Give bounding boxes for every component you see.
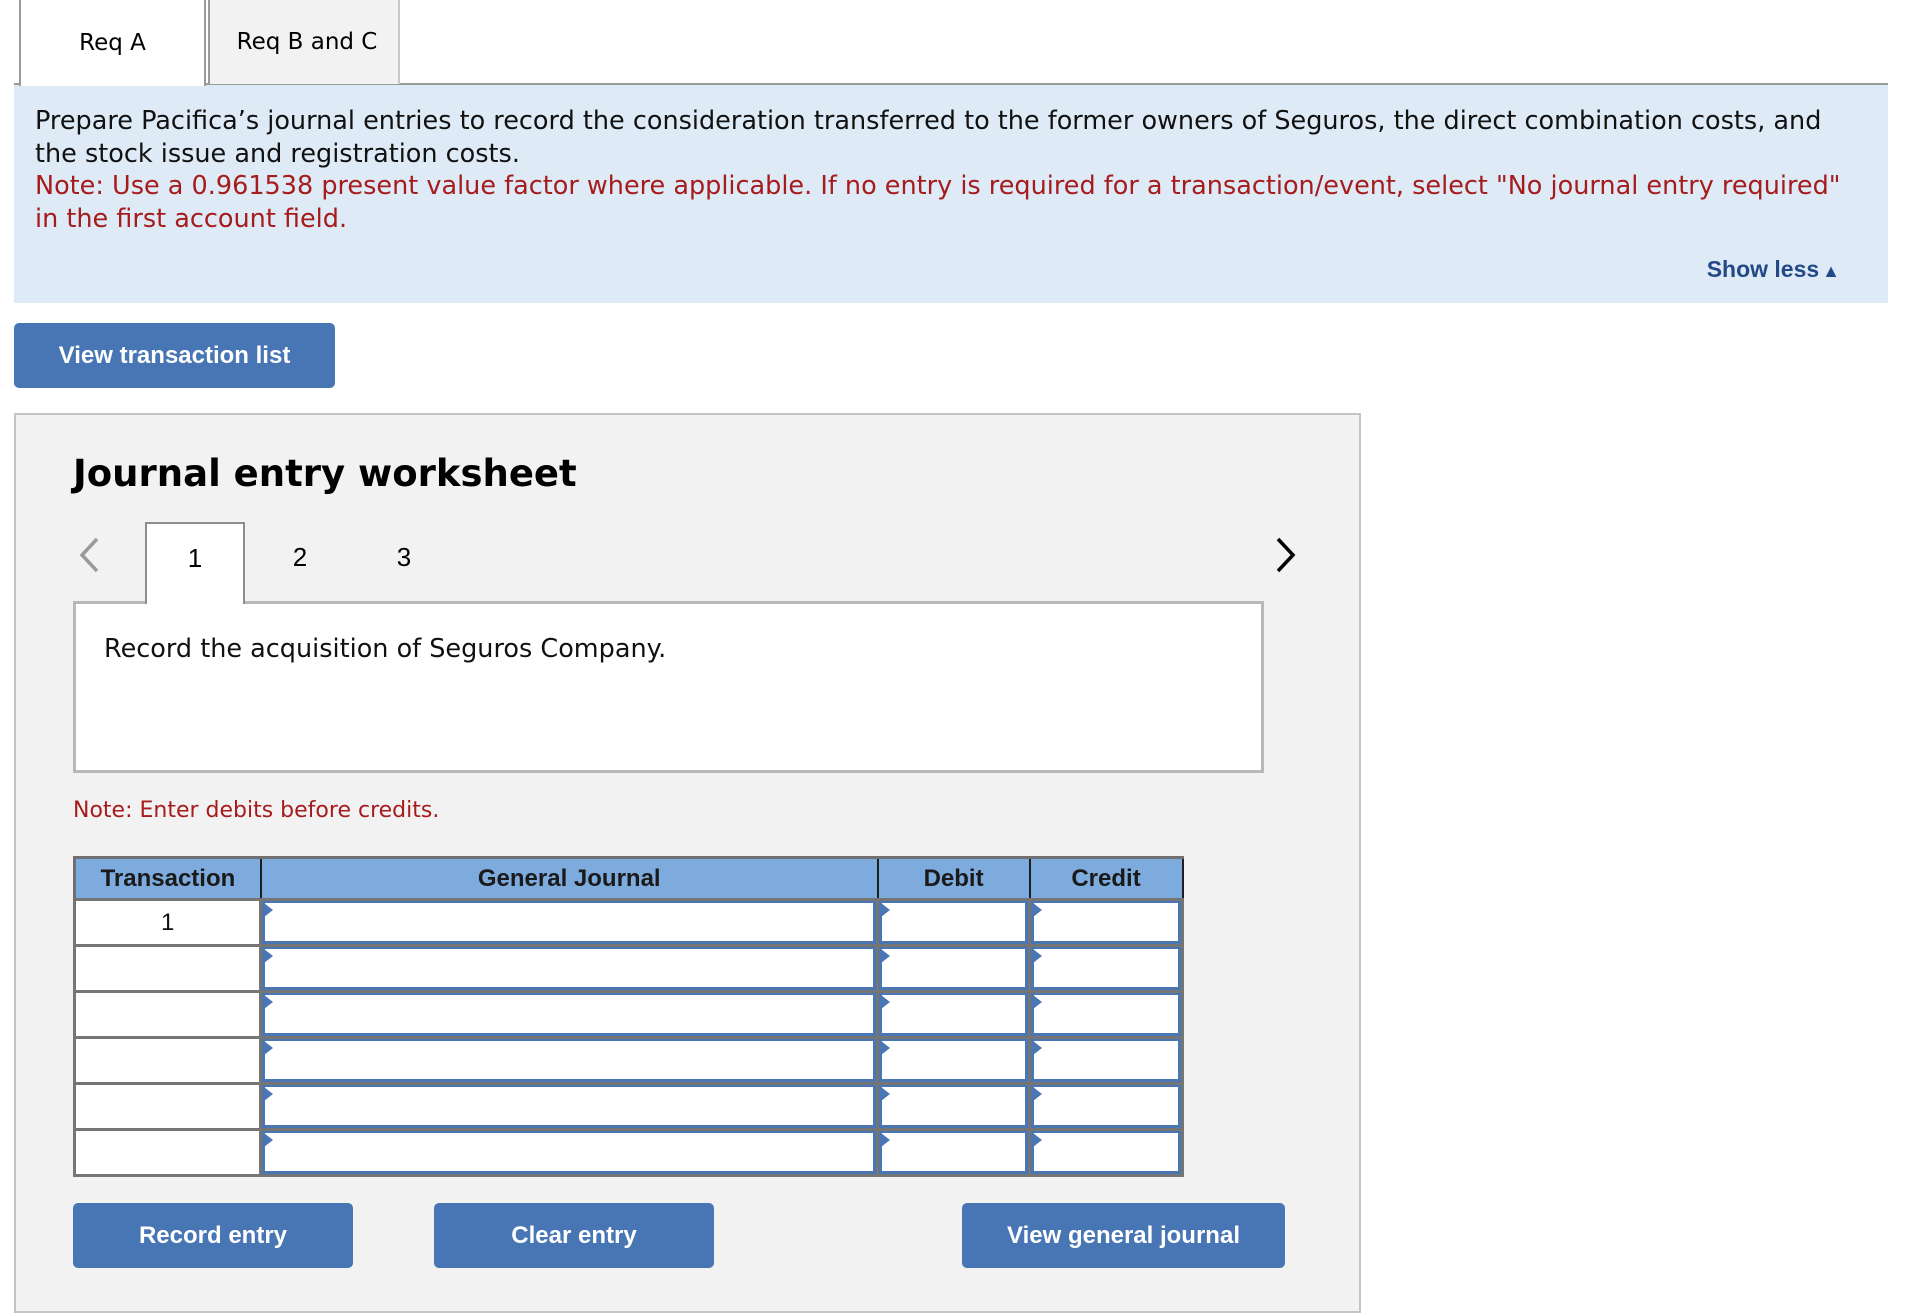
transaction-number <box>72 1036 263 1085</box>
transaction-number <box>72 1128 263 1177</box>
debit-input[interactable] <box>879 993 1029 1036</box>
credit-input[interactable] <box>1031 1039 1181 1082</box>
debit-input[interactable] <box>879 901 1029 944</box>
show-less-label: Show less <box>1706 255 1820 282</box>
column-header-general-journal: General Journal <box>259 856 879 901</box>
record-entry-button[interactable]: Record entry <box>73 1203 353 1268</box>
page-tab-1[interactable]: 1 <box>145 522 245 604</box>
page-tab-2[interactable]: 2 <box>250 522 350 604</box>
account-select[interactable] <box>262 993 877 1036</box>
debit-input[interactable] <box>879 1085 1029 1128</box>
page-tab-2-label: 2 <box>292 541 308 572</box>
instructions-panel: Prepare Pacifica’s journal entries to re… <box>14 85 1888 303</box>
debit-input[interactable] <box>879 1131 1029 1174</box>
view-general-journal-label: View general journal <box>1007 1221 1240 1249</box>
table-row <box>72 1128 1184 1177</box>
transaction-number <box>72 1082 263 1131</box>
transaction-number <box>72 990 263 1039</box>
view-transaction-list-label: View transaction list <box>58 341 291 369</box>
clear-entry-button[interactable]: Clear entry <box>434 1203 714 1268</box>
transaction-number <box>72 944 263 993</box>
table-row <box>72 944 1184 993</box>
column-header-credit: Credit <box>1028 856 1184 901</box>
debit-input[interactable] <box>879 947 1029 990</box>
account-select[interactable] <box>262 1039 877 1082</box>
instructions-text: Prepare Pacifica’s journal entries to re… <box>35 106 1822 169</box>
tab-req-a-label: Req A <box>79 30 146 56</box>
account-select[interactable] <box>262 901 877 944</box>
column-header-transaction: Transaction <box>72 856 262 901</box>
page-tab-1-label: 1 <box>187 542 203 573</box>
credit-input[interactable] <box>1031 1131 1181 1174</box>
show-less-toggle[interactable]: Show less ▲ <box>1707 253 1840 288</box>
credit-input[interactable] <box>1031 993 1181 1036</box>
tab-req-b-and-c[interactable]: Req B and C <box>208 0 400 84</box>
credit-input[interactable] <box>1031 1085 1181 1128</box>
credit-input[interactable] <box>1031 947 1181 990</box>
table-row <box>72 1036 1184 1085</box>
view-transaction-list-button[interactable]: View transaction list <box>14 323 335 388</box>
table-row <box>72 990 1184 1039</box>
page-tab-3-label: 3 <box>396 541 412 572</box>
chevron-right-icon[interactable] <box>1274 536 1298 581</box>
chevron-left-icon[interactable] <box>77 536 101 581</box>
view-general-journal-button[interactable]: View general journal <box>962 1203 1285 1268</box>
tab-req-b-and-c-label: Req B and C <box>236 29 378 55</box>
table-row: 1 <box>72 898 1184 947</box>
triangle-up-icon: ▲ <box>1822 260 1840 281</box>
transaction-number: 1 <box>72 898 263 947</box>
clear-entry-label: Clear entry <box>511 1221 637 1249</box>
transaction-description: Record the acquisition of Seguros Compan… <box>104 634 667 664</box>
account-select[interactable] <box>262 1131 877 1174</box>
worksheet-title: Journal entry worksheet <box>73 452 577 495</box>
debits-before-credits-note: Note: Enter debits before credits. <box>73 798 440 823</box>
debit-input[interactable] <box>879 1039 1029 1082</box>
instructions-note: Note: Use a 0.961538 present value facto… <box>35 171 1841 234</box>
table-row <box>72 1082 1184 1131</box>
account-select[interactable] <box>262 1085 877 1128</box>
tab-req-a[interactable]: Req A <box>19 0 206 86</box>
column-header-debit: Debit <box>876 856 1031 901</box>
table-header-row: Transaction General Journal Debit Credit <box>72 856 1184 901</box>
credit-input[interactable] <box>1031 901 1181 944</box>
page-tab-3[interactable]: 3 <box>354 522 454 604</box>
journal-entry-table: Transaction General Journal Debit Credit… <box>72 856 1184 1177</box>
record-entry-label: Record entry <box>138 1221 288 1249</box>
account-select[interactable] <box>262 947 877 990</box>
transaction-description-box: Record the acquisition of Seguros Compan… <box>73 601 1264 773</box>
